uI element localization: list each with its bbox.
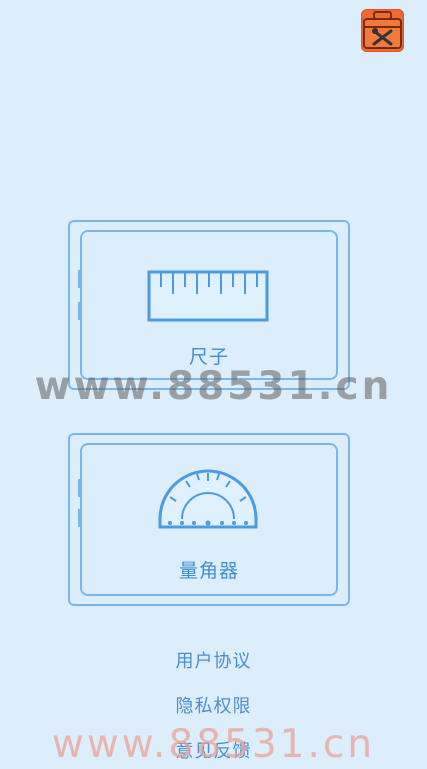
card-notch <box>78 302 80 320</box>
card-notch <box>78 509 80 527</box>
user-agreement-link[interactable]: 用户协议 <box>0 647 427 673</box>
protractor-card[interactable]: 量角器 <box>68 433 350 606</box>
ruler-card[interactable]: 尺子 <box>68 220 350 390</box>
privacy-permission-link[interactable]: 隐私权限 <box>0 692 427 718</box>
card-notch <box>78 479 80 497</box>
card-notch <box>78 270 80 288</box>
protractor-label: 量角器 <box>178 560 239 582</box>
feedback-link[interactable]: 意见反馈 <box>0 737 427 763</box>
protractor-icon <box>158 469 258 529</box>
toolbox-icon[interactable] <box>361 9 404 52</box>
ruler-icon <box>147 270 269 322</box>
ruler-label: 尺子 <box>188 346 229 368</box>
